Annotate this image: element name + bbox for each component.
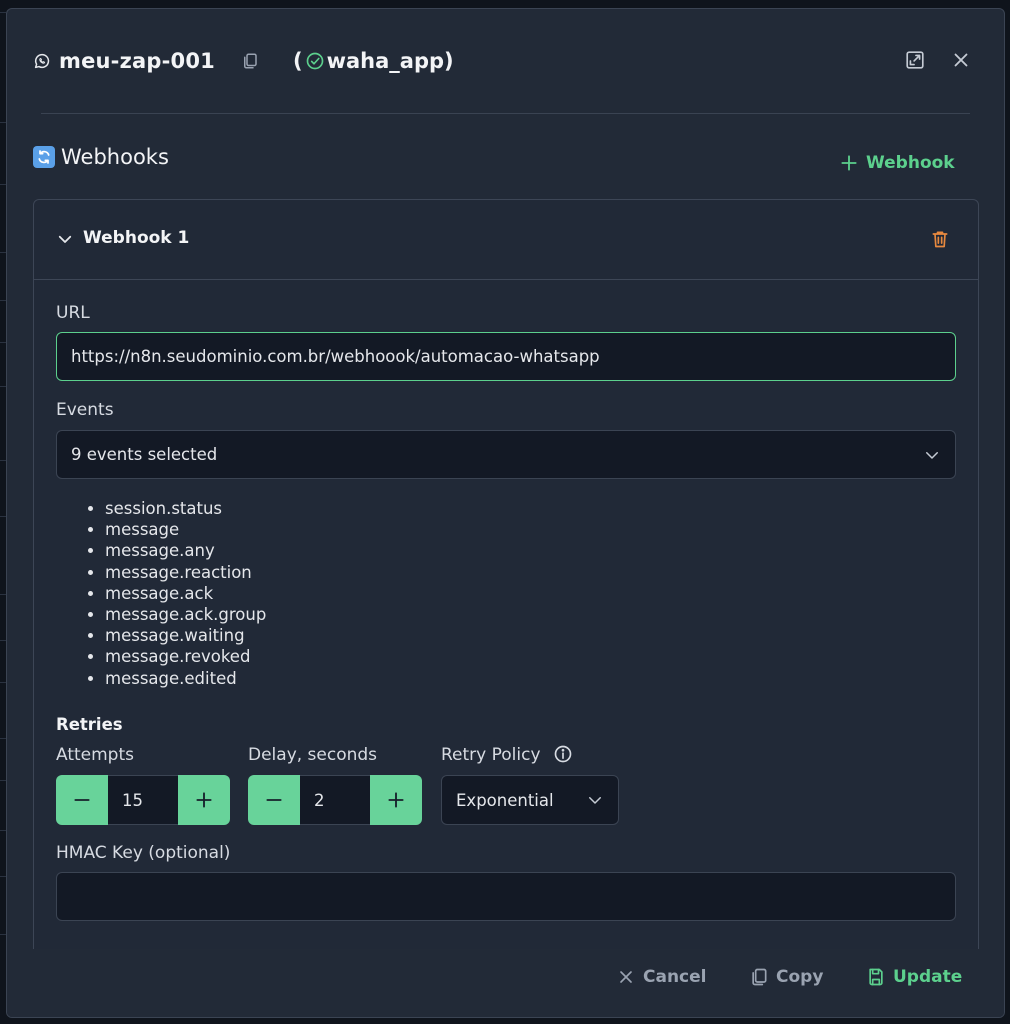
list-item: message.ack	[105, 583, 266, 604]
attempts-value[interactable]: 15	[108, 775, 178, 825]
chevron-down-icon[interactable]	[56, 230, 74, 248]
list-item: message.waiting	[105, 625, 266, 646]
list-item: message.any	[105, 540, 266, 561]
retry-policy-select[interactable]: Exponential	[441, 775, 619, 825]
close-icon[interactable]	[950, 49, 972, 71]
trash-icon[interactable]	[930, 228, 950, 250]
check-circle-icon	[305, 51, 325, 71]
list-item: session.status	[105, 498, 266, 519]
delay-value[interactable]: 2	[300, 775, 370, 825]
cancel-button[interactable]: Cancel	[616, 967, 706, 987]
selected-events-list: session.status message message.any messa…	[83, 498, 266, 689]
retry-policy-value: Exponential	[456, 790, 554, 810]
delay-decrement-button[interactable]	[248, 775, 300, 825]
header-divider	[41, 113, 970, 114]
plus-icon	[839, 153, 859, 173]
engine-open-paren: (	[292, 49, 303, 73]
dialog-header: meu-zap-001 ( waha_app )	[7, 9, 1004, 109]
copy-button[interactable]: Copy	[749, 967, 823, 987]
attempts-decrement-button[interactable]	[56, 775, 108, 825]
webhooks-section-title: Webhooks	[33, 145, 169, 169]
chevron-down-icon	[923, 446, 941, 464]
maximize-icon[interactable]	[904, 49, 926, 71]
save-icon	[866, 967, 886, 987]
list-item: message	[105, 519, 266, 540]
engine-name: waha_app	[326, 49, 445, 73]
session-engine: ( waha_app )	[293, 49, 454, 73]
events-label: Events	[56, 400, 114, 420]
hmac-input[interactable]	[56, 872, 956, 921]
add-webhook-label: Webhook	[866, 153, 955, 173]
events-select[interactable]: 9 events selected	[56, 430, 956, 479]
delay-label: Delay, seconds	[248, 745, 378, 765]
webhooks-title: Webhooks	[61, 145, 169, 169]
close-icon	[616, 967, 636, 987]
refresh-icon	[33, 146, 55, 168]
copy-icon	[749, 967, 769, 987]
session-name: meu-zap-001	[59, 49, 215, 73]
list-item: message.ack.group	[105, 604, 266, 625]
attempts-label: Attempts	[56, 745, 134, 765]
list-item: message.edited	[105, 668, 266, 689]
events-selected-value: 9 events selected	[71, 445, 218, 464]
engine-close-paren: )	[444, 49, 454, 73]
attempts-stepper: 15	[56, 775, 230, 825]
delay-increment-button[interactable]	[370, 775, 422, 825]
list-item: message.reaction	[105, 562, 266, 583]
webhook-name: Webhook 1	[83, 228, 190, 248]
hmac-label: HMAC Key (optional)	[56, 843, 231, 863]
url-input[interactable]	[56, 332, 956, 381]
copy-label: Copy	[776, 967, 824, 987]
attempts-increment-button[interactable]	[178, 775, 230, 825]
update-label: Update	[893, 967, 963, 987]
info-icon[interactable]	[553, 744, 573, 764]
retries-heading: Retries	[56, 715, 123, 734]
list-item: message.revoked	[105, 646, 266, 667]
copy-name-icon[interactable]	[241, 52, 259, 70]
add-webhook-button[interactable]: Webhook	[839, 153, 955, 173]
webhook-card-header[interactable]: Webhook 1	[34, 200, 978, 280]
session-dialog: meu-zap-001 ( waha_app ) Webhooks Webhoo…	[6, 8, 1005, 1018]
dialog-footer: Cancel Copy Update	[7, 949, 1004, 1017]
url-label: URL	[56, 303, 90, 323]
delay-stepper: 2	[248, 775, 422, 825]
retry-policy-label: Retry Policy	[441, 745, 541, 765]
update-button[interactable]: Update	[866, 967, 962, 987]
cancel-label: Cancel	[643, 967, 707, 987]
whatsapp-icon	[33, 52, 51, 70]
chevron-down-icon	[586, 791, 604, 809]
